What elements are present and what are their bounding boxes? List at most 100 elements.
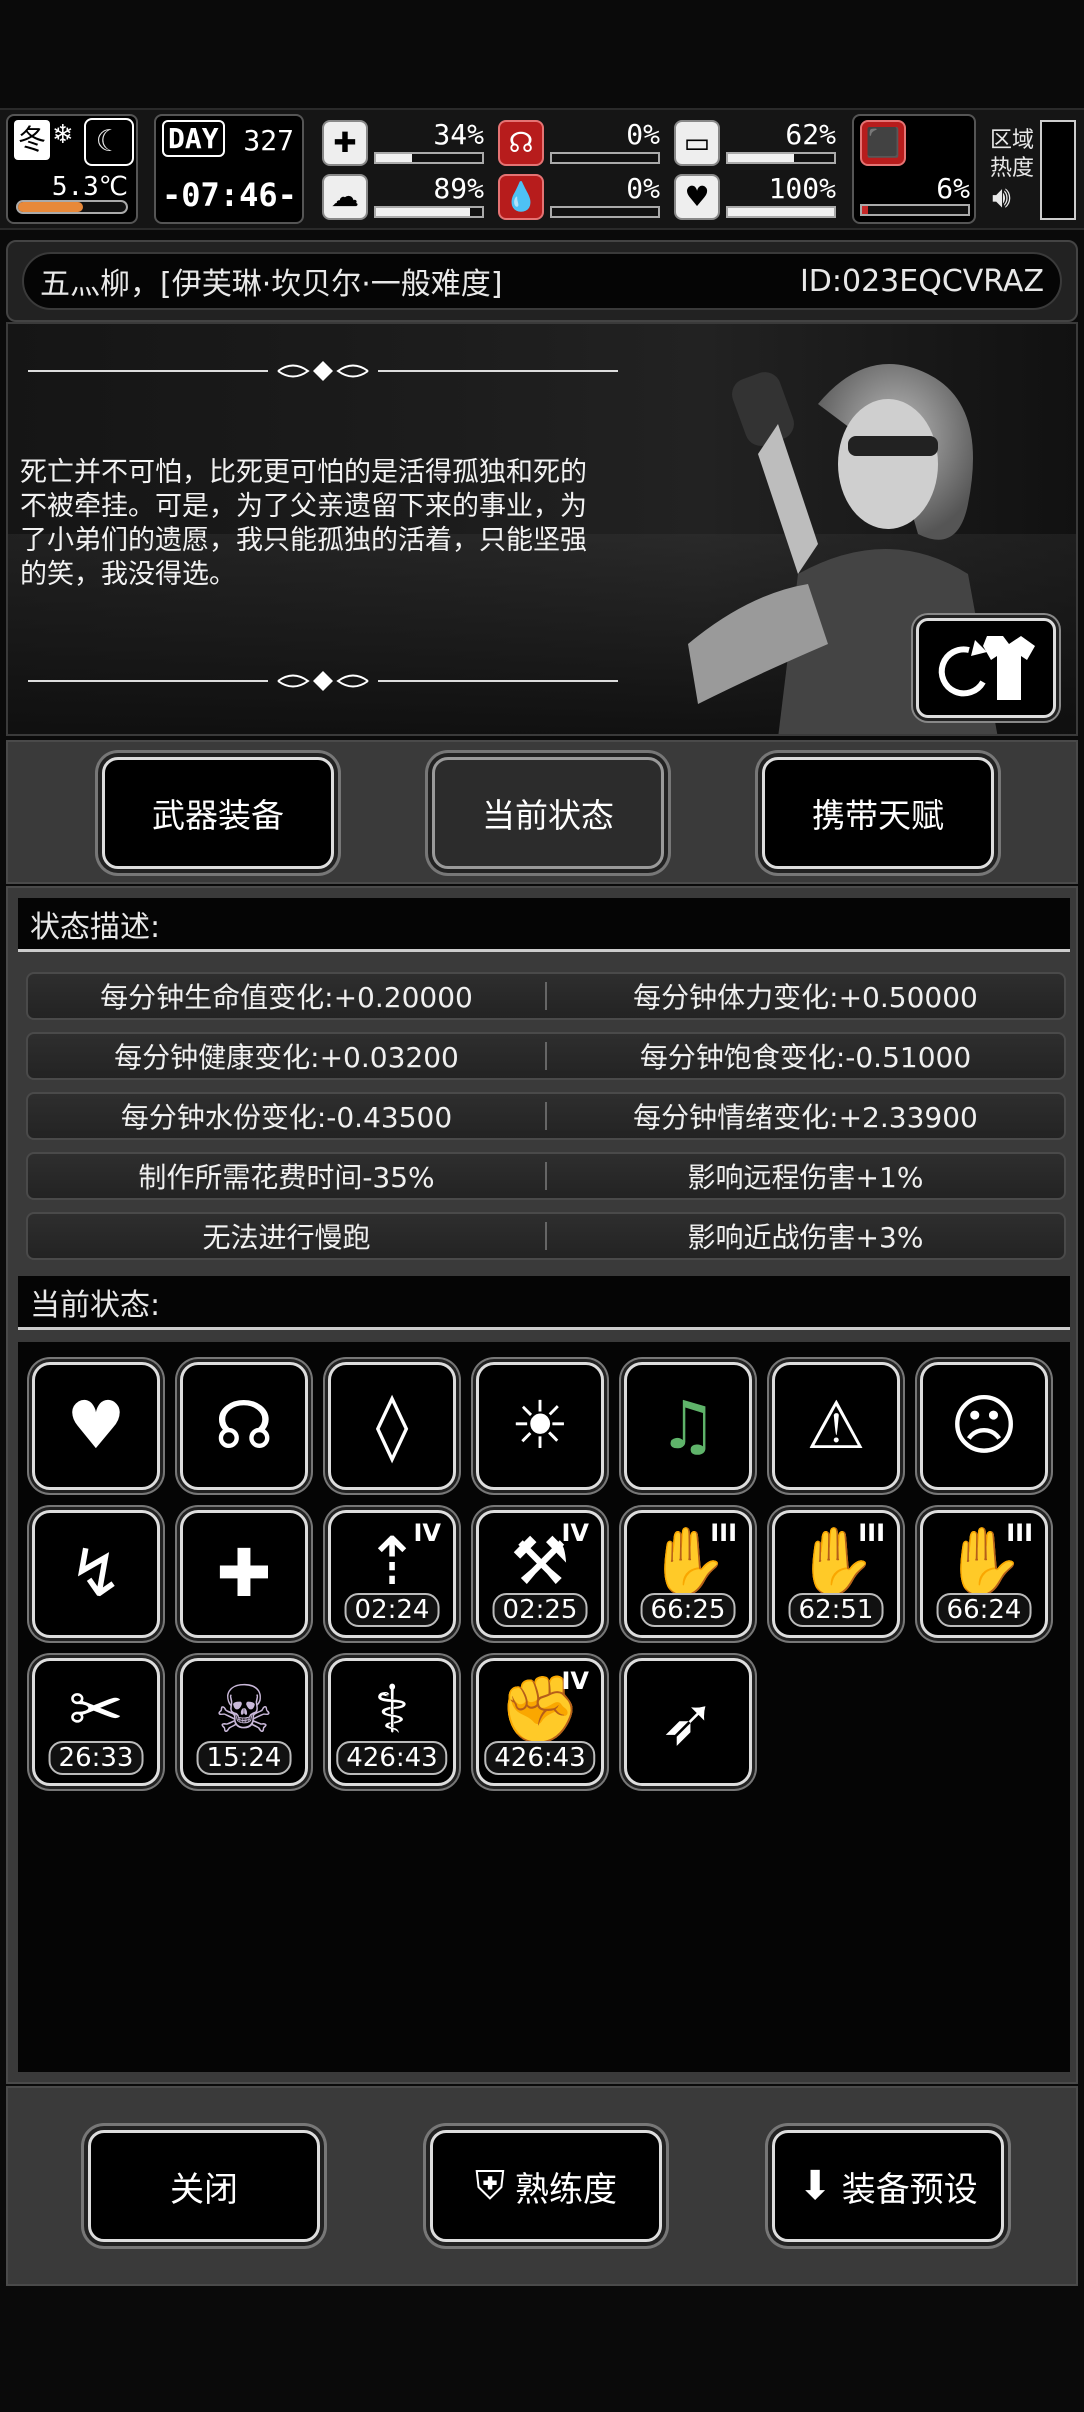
bottom-ornament bbox=[28, 671, 618, 691]
buff-timer: 62:51 bbox=[788, 1593, 884, 1627]
brain-icon: ☁ bbox=[322, 174, 368, 220]
running-status-icon[interactable]: ↯ bbox=[32, 1510, 160, 1638]
dna-status-icon[interactable]: ⚕ 426:43 bbox=[328, 1658, 456, 1786]
hand-buff-status-icon-1[interactable]: ✋ III 66:25 bbox=[624, 1510, 752, 1638]
stomach-status-icon[interactable]: ☊ bbox=[180, 1362, 308, 1490]
blood-value: 0% bbox=[626, 172, 660, 205]
buff-timer: 26:33 bbox=[48, 1741, 144, 1775]
stat-row: 每分钟水份变化:-0.43500 每分钟情绪变化:+2.33900 bbox=[26, 1092, 1066, 1140]
buff-level: IV bbox=[413, 1519, 441, 1547]
arm-buff-status-icon[interactable]: ✊ IV 426:43 bbox=[476, 1658, 604, 1786]
tab-weapons[interactable]: 武器装备 bbox=[102, 757, 334, 869]
medicine-status-icon[interactable]: ✚ bbox=[180, 1510, 308, 1638]
buff-level: IV bbox=[561, 1519, 589, 1547]
proficiency-button[interactable]: ⛨ 熟练度 bbox=[430, 2130, 662, 2242]
tab-talents[interactable]: 携带天赋 bbox=[762, 757, 994, 869]
hand-buff-status-icon-3[interactable]: ✋ III 66:24 bbox=[920, 1510, 1048, 1638]
drink-buff-status-icon[interactable]: ⇡ IV 02:24 bbox=[328, 1510, 456, 1638]
proficiency-icon: ⛨ bbox=[475, 2163, 505, 2209]
character-quote: 死亡并不可怕，比死更可怕的是活得孤独和死的不被牵挂。可是，为了父亲遗留下来的事业… bbox=[20, 457, 587, 590]
mind-bar bbox=[374, 206, 484, 218]
sun-status-icon[interactable]: ☀ bbox=[476, 1362, 604, 1490]
close-button[interactable]: 关闭 bbox=[88, 2130, 320, 2242]
music-heart-status-icon[interactable]: ♫ bbox=[624, 1362, 752, 1490]
stat-row: 无法进行慢跑 影响近战伤害+3% bbox=[26, 1212, 1066, 1260]
buff-timer: 02:25 bbox=[492, 1593, 588, 1627]
stat-row: 制作所需花费时间-35% 影响远程伤害+1% bbox=[26, 1152, 1066, 1200]
buff-level: III bbox=[858, 1519, 885, 1547]
status-content: 状态描述: 每分钟生命值变化:+0.20000 每分钟体力变化:+0.50000 … bbox=[6, 886, 1078, 2084]
equip-preset-button[interactable]: ⬇ 装备预设 bbox=[772, 2130, 1004, 2242]
stat-cell: 影响远程伤害+1% bbox=[687, 1161, 924, 1194]
player-name-bar: 五灬柳，[伊芙琳·坎贝尔·一般难度] ID:023EQCVRAZ bbox=[6, 240, 1078, 322]
current-status-title: 当前状态: bbox=[18, 1276, 1070, 1330]
stomach-glyph: ☊ bbox=[214, 1387, 274, 1464]
footer-bar: 关闭 ⛨ 熟练度 ⬇ 装备预设 bbox=[6, 2086, 1078, 2286]
status-icon-grid: ♥ ☊ ◊ ☀ ♫ ⚠ ☹ ↯ ✚ ⇡ IV 02:24 ⚒ IV 02:25 ✋ III… bbox=[18, 1342, 1070, 2072]
alarm-person-glyph: ⚠ bbox=[806, 1387, 866, 1464]
stomach-value: 0% bbox=[626, 118, 660, 151]
area-heat-meter bbox=[1040, 120, 1076, 220]
stamina-bar-fill bbox=[862, 206, 869, 214]
blood-drop-icon: 💧 bbox=[498, 174, 544, 220]
change-outfit-button[interactable] bbox=[916, 618, 1056, 718]
music-heart-glyph: ♫ bbox=[658, 1387, 718, 1464]
heart-icon: ♥ bbox=[674, 174, 720, 220]
speaker-icon[interactable]: 🔊︎ bbox=[992, 180, 1011, 215]
weather-panel: 冬 ❄ ☾ 5.3℃ bbox=[6, 114, 138, 224]
stat-cell: 影响近战伤害+3% bbox=[687, 1221, 924, 1254]
player-name-inner: 五灬柳，[伊芙琳·坎贝尔·一般难度] ID:023EQCVRAZ bbox=[22, 252, 1062, 310]
stat-cell: 制作所需花费时间-35% bbox=[138, 1161, 435, 1194]
heart-bar bbox=[726, 206, 836, 218]
swift-foot-status-icon[interactable]: ➶ bbox=[624, 1658, 752, 1786]
download-box-icon: ⬇ bbox=[798, 2163, 832, 2209]
alarm-person-status-icon[interactable]: ⚠ bbox=[772, 1362, 900, 1490]
stat-cell: 每分钟健康变化:+0.03200 bbox=[114, 1041, 459, 1074]
buff-timer: 426:43 bbox=[336, 1741, 448, 1775]
hand-buff-status-icon-2[interactable]: ✋ III 62:51 bbox=[772, 1510, 900, 1638]
dna-glyph: ⚕ bbox=[374, 1671, 410, 1748]
head-glyph: ☹ bbox=[949, 1387, 1019, 1464]
sun-glyph: ☀ bbox=[510, 1387, 570, 1464]
mind-bar-fill bbox=[376, 208, 471, 216]
swift-foot-glyph: ➶ bbox=[660, 1683, 716, 1760]
buff-level: III bbox=[710, 1519, 737, 1547]
stat-cell: 每分钟情绪变化:+2.33900 bbox=[633, 1101, 978, 1134]
water-value: 62% bbox=[785, 118, 836, 151]
clock-value: -07:46- bbox=[162, 176, 297, 214]
snow-icon: ❄ bbox=[52, 120, 74, 150]
stat-cell: 每分钟生命值变化:+0.20000 bbox=[100, 981, 473, 1014]
status-description-title: 状态描述: bbox=[18, 898, 1070, 952]
stat-cell: 无法进行慢跑 bbox=[202, 1221, 371, 1254]
head-status-icon[interactable]: ☹ bbox=[920, 1362, 1048, 1490]
medicine-glyph: ✚ bbox=[216, 1535, 272, 1612]
heart-value: 100% bbox=[768, 172, 836, 205]
equip-preset-label: 装备预设 bbox=[841, 2169, 978, 2210]
medkit-icon: ✚ bbox=[322, 120, 368, 166]
heart-status-icon[interactable]: ♥ bbox=[32, 1362, 160, 1490]
water-drop-status-icon[interactable]: ◊ bbox=[328, 1362, 456, 1490]
buff-timer: 02:24 bbox=[344, 1593, 440, 1627]
medkit-bar-fill bbox=[376, 154, 413, 162]
top-ornament bbox=[28, 361, 618, 381]
syringe-status-icon[interactable]: ✂ 26:33 bbox=[32, 1658, 160, 1786]
stat-cell: 每分钟饱食变化:-0.51000 bbox=[639, 1041, 972, 1074]
area-heat-panel[interactable]: 区域 热度 🔊︎ bbox=[984, 114, 1078, 224]
close-label: 关闭 bbox=[170, 2169, 238, 2210]
season-label: 冬 bbox=[14, 120, 50, 160]
outfit-swap-icon bbox=[938, 636, 1035, 700]
stomach-icon: ☊ bbox=[498, 120, 544, 166]
water-bottle-icon: ▭ bbox=[674, 120, 720, 166]
syringe-glyph: ✂ bbox=[68, 1671, 124, 1748]
stat-row: 每分钟生命值变化:+0.20000 每分钟体力变化:+0.50000 bbox=[26, 972, 1066, 1020]
proficiency-label: 熟练度 bbox=[515, 2169, 617, 2210]
buff-timer: 66:25 bbox=[640, 1593, 736, 1627]
stat-row: 每分钟健康变化:+0.03200 每分钟饱食变化:-0.51000 bbox=[26, 1032, 1066, 1080]
buff-timer: 426:43 bbox=[484, 1741, 596, 1775]
weapon-buff-status-icon[interactable]: ⚒ IV 02:25 bbox=[476, 1510, 604, 1638]
moon-icon: ☾ bbox=[84, 118, 134, 166]
tab-current-status[interactable]: 当前状态 bbox=[432, 757, 664, 869]
temperature-value: 5.3℃ bbox=[51, 172, 128, 202]
buff-level: III bbox=[1006, 1519, 1033, 1547]
zombie-status-icon[interactable]: ☠ 15:24 bbox=[180, 1658, 308, 1786]
